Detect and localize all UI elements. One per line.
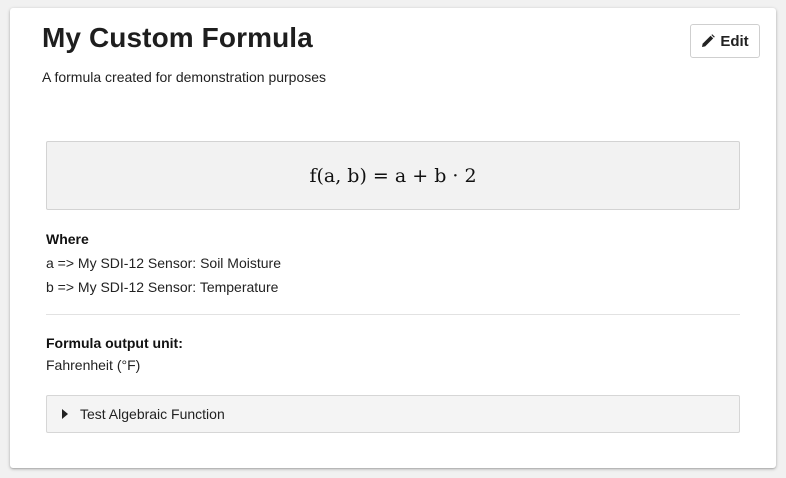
output-unit-value: Fahrenheit (°F) [46, 357, 141, 373]
formula-display: f(a, b) = a + b · 2 [46, 141, 740, 210]
page-title: My Custom Formula [42, 22, 313, 53]
variable-list: a => My SDI-12 Sensor: Soil Moisture b =… [46, 251, 740, 299]
formula-expression: f(a, b) = a + b · 2 [309, 164, 477, 187]
edit-button-label: Edit [720, 32, 749, 50]
where-heading: Where [46, 231, 89, 247]
test-algebraic-function-label: Test Algebraic Function [80, 406, 225, 422]
formula-card: My Custom Formula A formula created for … [10, 8, 776, 468]
variable-a-mapping: a => My SDI-12 Sensor: Soil Moisture [46, 255, 281, 271]
variable-b-mapping: b => My SDI-12 Sensor: Temperature [46, 279, 279, 295]
caret-right-icon [62, 409, 68, 419]
output-unit-heading: Formula output unit: [46, 335, 183, 351]
formula-description: A formula created for demonstration purp… [42, 69, 327, 85]
edit-button[interactable]: Edit [690, 24, 760, 58]
output-unit-section: Formula output unit: Fahrenheit (°F) [46, 334, 740, 374]
pencil-icon [701, 34, 716, 48]
test-algebraic-function-toggle[interactable]: Test Algebraic Function [46, 395, 740, 433]
section-divider [46, 314, 740, 315]
where-section: Where a => My SDI-12 Sensor: Soil Moistu… [46, 230, 740, 299]
